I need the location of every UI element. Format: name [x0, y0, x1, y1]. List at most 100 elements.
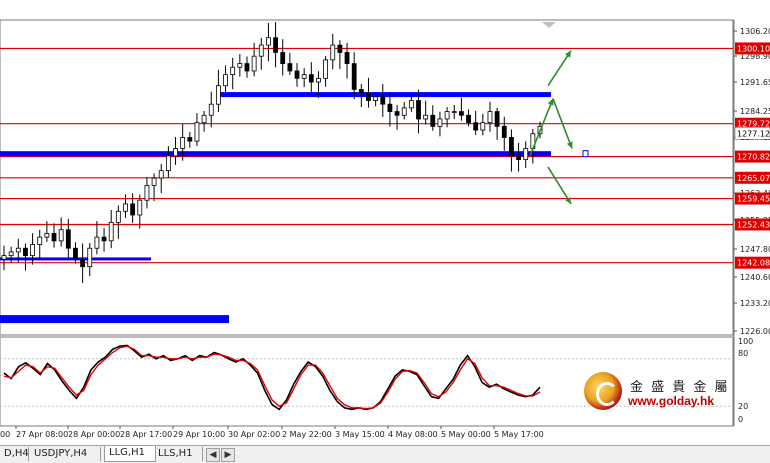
tab-llg-h1[interactable]: LLG,H1 — [104, 446, 156, 462]
candle-body — [294, 70, 300, 79]
candle-body — [80, 258, 86, 268]
candle-body — [344, 52, 350, 64]
time-tick-label: 3 May 15:00 — [335, 430, 385, 439]
candle-body — [158, 170, 164, 179]
candle-body — [380, 96, 386, 105]
candle-body — [244, 63, 250, 72]
candle-body — [137, 199, 143, 216]
price-tick-label: 1306.20 — [740, 27, 770, 36]
candle-body — [323, 59, 329, 79]
candle-body — [273, 37, 278, 53]
candle-body — [208, 103, 214, 116]
candle-body — [30, 244, 35, 257]
candle-body — [387, 103, 393, 112]
candle-body — [251, 55, 257, 72]
zone-handle-icon — [582, 150, 589, 158]
candle-body — [444, 111, 450, 120]
candle-body — [501, 125, 507, 138]
candle-body — [87, 247, 93, 268]
candle-body — [516, 155, 521, 160]
time-tick-label: 00 — [0, 430, 10, 439]
candle-body — [466, 114, 471, 124]
tab-lls-h1[interactable]: LLS,H1 — [154, 447, 203, 461]
candle-body — [408, 100, 414, 109]
candle-body — [1, 255, 7, 260]
candle-body — [180, 137, 186, 149]
candle-body — [151, 177, 157, 186]
candle-body — [123, 203, 128, 212]
oscillator-tick-label: 80 — [738, 349, 748, 358]
candle-body — [458, 111, 464, 116]
time-tick-label: 28 Apr 00:00 — [68, 430, 120, 439]
candle-body — [144, 185, 150, 201]
time-tick-label: 29 Apr 10:00 — [173, 430, 225, 439]
candle-body — [8, 251, 14, 257]
chart-tab-bar: D,H4 USDJPY,H4 LLG,H1 LLS,H1 ◀ ▶ — [0, 445, 770, 463]
candle-body — [523, 148, 529, 160]
candle-body — [173, 148, 178, 157]
candle-body — [423, 114, 429, 120]
candle-body — [366, 92, 371, 101]
blue-zone-bar — [220, 92, 551, 98]
price-tick-label: 1247.80 — [740, 245, 770, 254]
candle-body — [437, 118, 443, 127]
candle-body — [165, 155, 171, 172]
candle-body — [65, 229, 71, 249]
time-tick-label: 27 Apr 08:00 — [16, 430, 68, 439]
level-price-label: 1265.07 — [737, 174, 770, 183]
time-tick-label: 28 Apr 17:00 — [120, 430, 172, 439]
candle-body — [401, 107, 407, 116]
chart-window: 1306.201298.901291.651284.251277.121262.… — [0, 0, 770, 463]
logo-emblem-icon — [584, 372, 622, 410]
candle-body — [266, 37, 271, 46]
candle-body — [94, 236, 100, 249]
tab-d-h4[interactable]: D,H4 — [0, 447, 29, 461]
candle-body — [509, 137, 514, 157]
candle-body — [215, 85, 221, 105]
candle-body — [316, 77, 321, 83]
candle-body — [330, 44, 336, 61]
candle-body — [108, 221, 114, 242]
candle-body — [337, 44, 343, 53]
price-tick-label: 1291.65 — [740, 78, 770, 87]
time-tick-label: 4 May 08:00 — [388, 430, 438, 439]
candle-body — [258, 44, 264, 57]
candle-body — [358, 89, 364, 94]
tab-scroll-right-icon[interactable]: ▶ — [221, 448, 235, 462]
candle-body — [308, 74, 314, 83]
candle-body — [37, 236, 43, 245]
candle-body — [416, 100, 421, 120]
candle-body — [451, 111, 457, 113]
candle-body — [44, 233, 50, 238]
price-tick-label: 1240.60 — [740, 273, 770, 282]
candle-body — [51, 233, 57, 242]
candle-body — [101, 236, 107, 242]
candle-body — [480, 122, 486, 131]
candle-body — [237, 63, 243, 68]
oscillator-tick-label: 100 — [738, 337, 753, 346]
time-tick-label: 2 May 22:00 — [282, 430, 332, 439]
candle-body — [187, 137, 193, 142]
candle-body — [194, 122, 200, 142]
candle-body — [280, 52, 286, 64]
candle-body — [58, 229, 64, 242]
candle-body — [287, 63, 293, 72]
logo: 金 盛 貴 金 屬 www.golday.hk — [584, 372, 770, 418]
time-tick-label: 30 Apr 02:00 — [228, 430, 280, 439]
tab-usdjpy-h4[interactable]: USDJPY,H4 — [30, 447, 101, 461]
candle-body — [487, 111, 493, 124]
candle-body — [130, 203, 136, 216]
tab-scroll-left-icon[interactable]: ◀ — [206, 448, 220, 462]
level-price-label: 1300.10 — [737, 44, 770, 53]
time-tick-label: 5 May 17:00 — [494, 430, 544, 439]
price-tick-label: 1226.00 — [740, 327, 770, 336]
blue-zone-bar — [0, 315, 229, 324]
level-price-label: 1252.43 — [737, 220, 770, 229]
candle-body — [23, 247, 28, 257]
candle-body — [373, 96, 379, 101]
logo-url-text: www.golday.hk — [628, 394, 715, 408]
price-tick-label: 1284.25 — [740, 107, 770, 116]
candle-body — [494, 111, 500, 127]
candle-body — [351, 63, 357, 90]
candle-body — [301, 74, 307, 79]
